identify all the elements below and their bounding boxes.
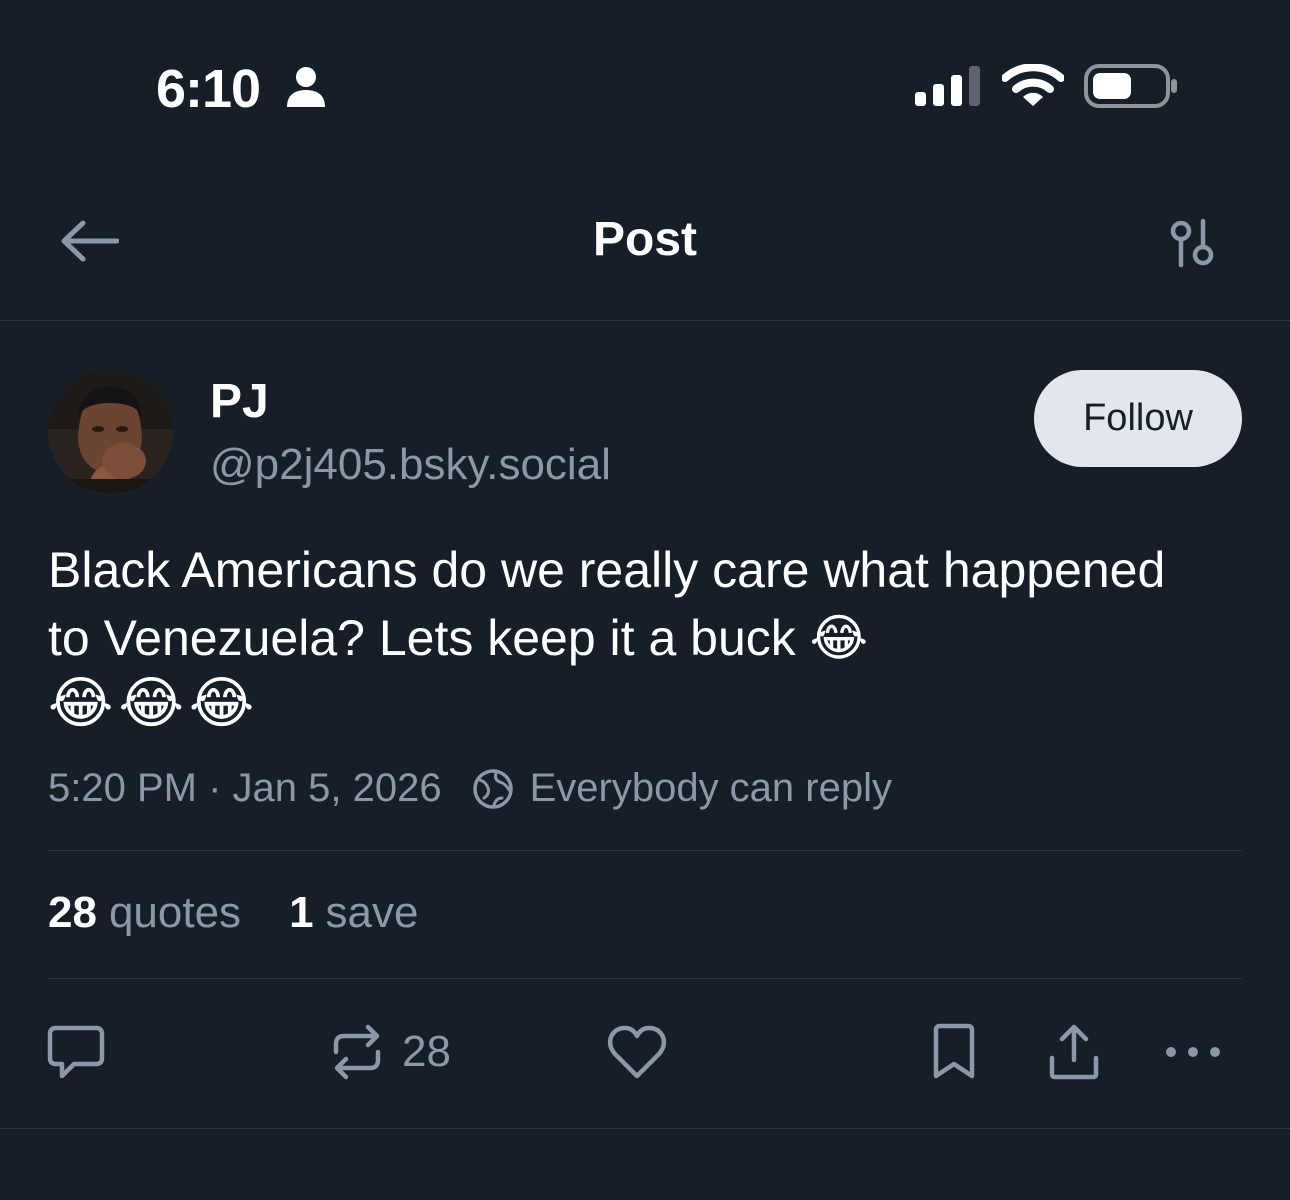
cellular-signal-icon: [915, 66, 981, 111]
divider: [0, 1128, 1290, 1129]
reply-setting-label: Everybody can reply: [529, 766, 892, 810]
app-frame: 6:10 Post PJ @p2j405.bsky.social Follow …: [0, 0, 1290, 1200]
post-text: Black Americans do we really care what h…: [48, 536, 1208, 672]
bookmark-button[interactable]: [928, 1020, 980, 1084]
status-time: 6:10: [156, 59, 261, 119]
more-options-button[interactable]: [1162, 1020, 1224, 1084]
ellipsis-icon: [1162, 1022, 1224, 1082]
divider: [48, 850, 1242, 851]
emoji-laughing: 😂: [809, 610, 869, 666]
quotes-label: quotes: [108, 888, 242, 937]
repost-icon: [328, 1022, 386, 1082]
author-handle[interactable]: @p2j405.bsky.social: [210, 440, 611, 490]
avatar[interactable]: [48, 369, 173, 494]
header-divider: [0, 320, 1290, 321]
author-display-name[interactable]: PJ: [210, 374, 269, 429]
saves-label: save: [325, 888, 419, 937]
wifi-icon: [1001, 63, 1065, 113]
person-icon: [286, 66, 326, 113]
bookmark-icon: [928, 1022, 980, 1082]
post-emoji-line: 😂 😂 😂: [48, 670, 254, 736]
emoji-laughing: 😂: [118, 671, 184, 734]
divider: [48, 978, 1242, 979]
chat-bubble-icon: [46, 1022, 106, 1082]
follow-button[interactable]: Follow: [1034, 370, 1242, 467]
heart-icon: [606, 1022, 668, 1082]
repost-button[interactable]: 28: [328, 1020, 451, 1084]
globe-icon: [472, 768, 513, 809]
sliders-icon: [1166, 218, 1218, 272]
repost-count: 28: [402, 1027, 451, 1076]
reply-setting[interactable]: Everybody can reply: [472, 766, 892, 811]
post-timestamp[interactable]: 5:20 PM · Jan 5, 2026: [48, 766, 442, 811]
reply-button[interactable]: [46, 1020, 106, 1084]
saves-count: 1: [289, 888, 314, 937]
post-text-body: Black Americans do we really care what h…: [48, 542, 1166, 666]
post-meta: 5:20 PM · Jan 5, 2026 Everybody can repl…: [48, 766, 892, 811]
battery-icon: [1084, 64, 1180, 115]
thread-settings-button[interactable]: [1166, 218, 1218, 268]
quotes-count: 28: [48, 888, 97, 937]
like-button[interactable]: [606, 1020, 668, 1084]
quotes-stat[interactable]: 28 quotes: [48, 888, 241, 938]
saves-stat[interactable]: 1 save: [289, 888, 418, 938]
share-button[interactable]: [1044, 1020, 1104, 1084]
emoji-laughing: 😂: [188, 671, 255, 734]
share-icon: [1044, 1022, 1104, 1082]
page-title: Post: [592, 213, 697, 266]
emoji-laughing: 😂: [48, 671, 114, 734]
post-stats: 28 quotes 1 save: [48, 888, 467, 938]
